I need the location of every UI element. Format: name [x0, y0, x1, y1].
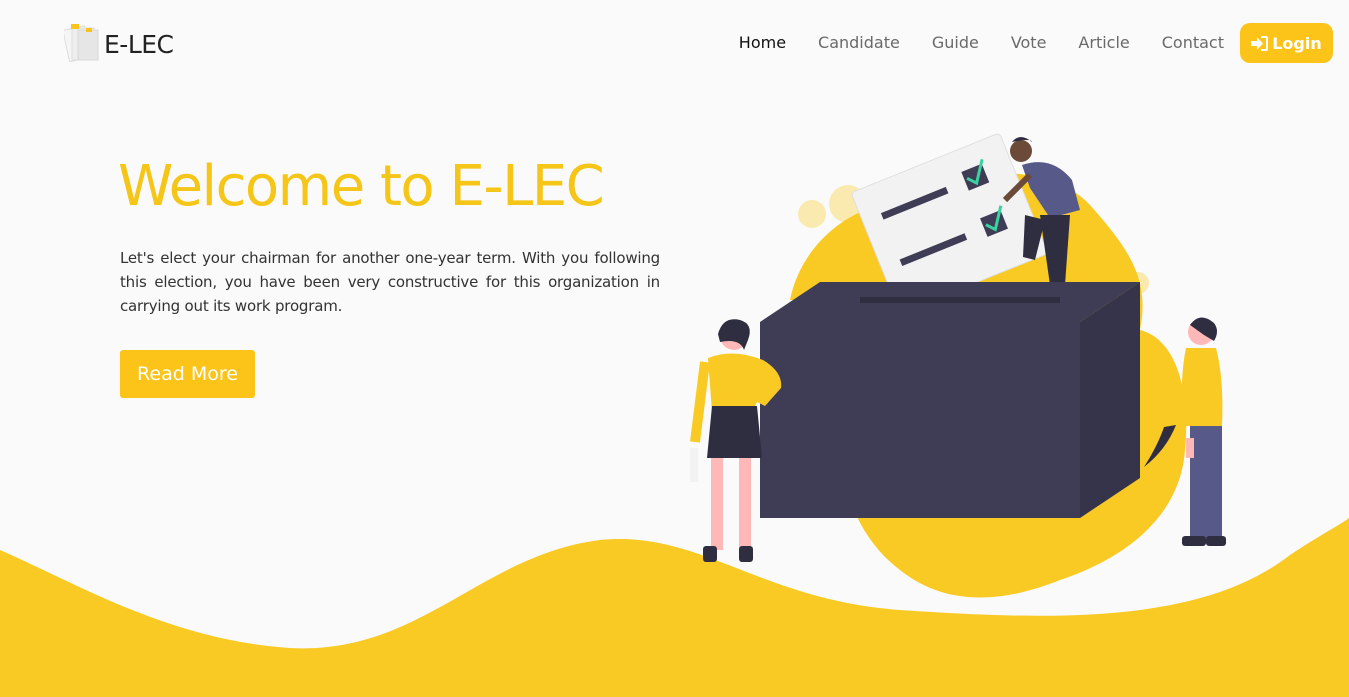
brand-name: E-LEC	[104, 29, 174, 59]
nav-guide[interactable]: Guide	[932, 23, 979, 63]
nav-home[interactable]: Home	[739, 23, 786, 63]
read-more-button[interactable]: Read More	[120, 350, 255, 398]
ballot-papers-icon	[62, 22, 102, 63]
login-button[interactable]: Login	[1240, 23, 1333, 63]
nav-article[interactable]: Article	[1078, 23, 1129, 63]
voting-ballot-box-illustration	[690, 133, 1226, 598]
landing-page: E-LEC Home Candidate Guide Vote Article …	[0, 0, 1349, 697]
brand[interactable]: E-LEC	[62, 22, 174, 63]
nav-vote[interactable]: Vote	[1011, 23, 1047, 63]
hero-description: Let's elect your chairman for another on…	[120, 249, 660, 315]
hero-title: Welcome to E-LEC	[118, 154, 605, 219]
nav-contact[interactable]: Contact	[1162, 23, 1224, 63]
login-label: Login	[1272, 33, 1322, 53]
main-nav: Home Candidate Guide Vote Article Contac…	[739, 23, 1333, 63]
sign-in-icon	[1251, 35, 1269, 51]
nav-candidate[interactable]: Candidate	[818, 23, 900, 63]
